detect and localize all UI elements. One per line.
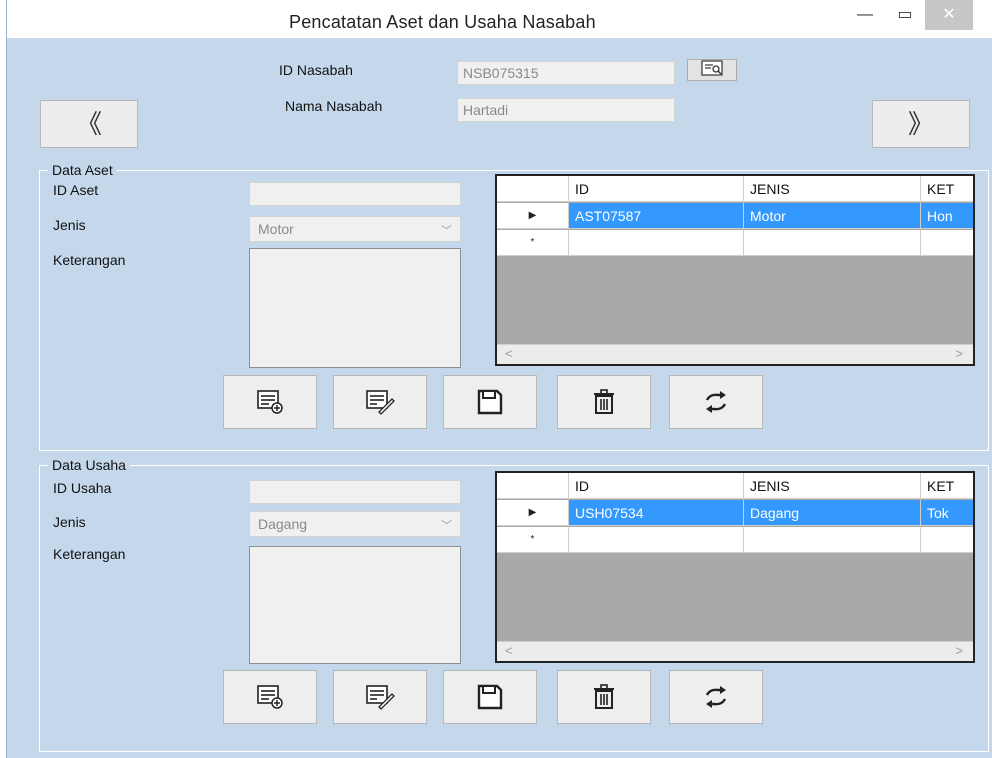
next-button[interactable]: 》 <box>872 100 970 148</box>
edit-usaha-button[interactable] <box>333 670 427 724</box>
cell-id[interactable]: USH07534 <box>569 500 744 526</box>
jenis-usaha-select[interactable]: Dagang ﹀ <box>249 511 461 537</box>
table-row[interactable]: ▶ USH07534 Dagang Tok <box>497 500 973 526</box>
lookup-icon <box>701 60 723 76</box>
jenis-usaha-label: Jenis <box>53 514 86 530</box>
data-aset-legend: Data Aset <box>48 162 117 178</box>
cell-id[interactable]: AST07587 <box>569 203 744 229</box>
row-header-corner <box>497 473 569 499</box>
jenis-aset-label: Jenis <box>53 217 86 233</box>
column-header-ket[interactable]: KET <box>921 473 973 499</box>
horizontal-scrollbar[interactable]: < > <box>497 641 973 661</box>
edit-record-icon <box>366 685 395 710</box>
client-area: ID Nasabah NSB075315 Nama Nasabah Hartad… <box>7 38 992 758</box>
cell-jenis[interactable]: Dagang <box>744 500 921 526</box>
chevron-down-icon: ﹀ <box>441 520 452 532</box>
refresh-usaha-button[interactable] <box>669 670 763 724</box>
horizontal-scrollbar[interactable]: < > <box>497 344 973 364</box>
save-aset-button[interactable] <box>443 375 537 429</box>
add-record-icon <box>257 390 283 414</box>
scroll-right-icon[interactable]: > <box>955 643 963 658</box>
usaha-data-grid[interactable]: ID JENIS KET ▶ USH07534 Dagang Tok * < > <box>495 471 975 663</box>
cell-ket[interactable]: Tok <box>921 500 973 526</box>
new-row[interactable]: * <box>497 527 973 553</box>
new-cell-id[interactable] <box>569 527 744 553</box>
row-pointer-icon: ▶ <box>497 500 569 526</box>
table-row[interactable]: ▶ AST07587 Motor Hon <box>497 203 973 229</box>
new-row-icon: * <box>497 527 569 553</box>
chevron-down-icon: ﹀ <box>441 225 452 237</box>
scroll-right-icon[interactable]: > <box>955 346 963 361</box>
jenis-aset-value: Motor <box>258 221 294 237</box>
main-window: Pencatatan Aset dan Usaha Nasabah — ▭ ✕ … <box>6 0 992 758</box>
edit-aset-button[interactable] <box>333 375 427 429</box>
id-aset-field[interactable] <box>249 182 461 206</box>
refresh-aset-button[interactable] <box>669 375 763 429</box>
id-usaha-field[interactable] <box>249 480 461 504</box>
delete-icon <box>594 389 614 414</box>
previous-button[interactable]: 《 <box>40 100 138 148</box>
data-usaha-legend: Data Usaha <box>48 457 130 473</box>
delete-icon <box>594 684 614 709</box>
column-header-jenis[interactable]: JENIS <box>744 473 921 499</box>
close-button[interactable]: ✕ <box>925 0 973 30</box>
new-cell-id[interactable] <box>569 230 744 256</box>
save-icon <box>477 684 503 710</box>
new-row-icon: * <box>497 230 569 256</box>
title-bar: Pencatatan Aset dan Usaha Nasabah — ▭ ✕ <box>7 0 992 38</box>
new-cell-ket[interactable] <box>921 527 973 553</box>
add-aset-button[interactable] <box>223 375 317 429</box>
lookup-nasabah-button[interactable] <box>687 59 737 81</box>
column-header-jenis[interactable]: JENIS <box>744 176 921 202</box>
nama-nasabah-label: Nama Nasabah <box>285 98 383 114</box>
id-nasabah-label: ID Nasabah <box>279 62 353 78</box>
id-nasabah-field[interactable]: NSB075315 <box>457 61 675 85</box>
window-title: Pencatatan Aset dan Usaha Nasabah <box>289 12 596 32</box>
row-header-corner <box>497 176 569 202</box>
refresh-icon <box>705 391 727 413</box>
add-record-icon <box>257 685 283 709</box>
scroll-left-icon[interactable]: < <box>505 643 513 658</box>
aset-data-grid[interactable]: ID JENIS KET ▶ AST07587 Motor Hon * < > <box>495 174 975 366</box>
new-cell-ket[interactable] <box>921 230 973 256</box>
cell-jenis[interactable]: Motor <box>744 203 921 229</box>
column-header-id[interactable]: ID <box>569 176 744 202</box>
column-header-id[interactable]: ID <box>569 473 744 499</box>
refresh-icon <box>705 686 727 708</box>
edit-record-icon <box>366 390 395 415</box>
keterangan-usaha-label: Keterangan <box>53 546 126 562</box>
keterangan-aset-textarea[interactable] <box>249 248 461 368</box>
minimize-button[interactable]: — <box>845 0 885 30</box>
delete-aset-button[interactable] <box>557 375 651 429</box>
new-cell-jenis[interactable] <box>744 527 921 553</box>
grid-header-row: ID JENIS KET <box>497 473 973 499</box>
id-usaha-label: ID Usaha <box>53 480 112 496</box>
jenis-aset-select[interactable]: Motor ﹀ <box>249 216 461 242</box>
delete-usaha-button[interactable] <box>557 670 651 724</box>
row-pointer-icon: ▶ <box>497 203 569 229</box>
new-cell-jenis[interactable] <box>744 230 921 256</box>
new-row[interactable]: * <box>497 230 973 256</box>
add-usaha-button[interactable] <box>223 670 317 724</box>
scroll-left-icon[interactable]: < <box>505 346 513 361</box>
save-usaha-button[interactable] <box>443 670 537 724</box>
jenis-usaha-value: Dagang <box>258 516 308 532</box>
nama-nasabah-field[interactable]: Hartadi <box>457 98 675 122</box>
maximize-button[interactable]: ▭ <box>885 0 925 30</box>
column-header-ket[interactable]: KET <box>921 176 973 202</box>
id-aset-label: ID Aset <box>53 182 99 198</box>
save-icon <box>477 389 503 415</box>
keterangan-aset-label: Keterangan <box>53 252 126 268</box>
cell-ket[interactable]: Hon <box>921 203 973 229</box>
keterangan-usaha-textarea[interactable] <box>249 546 461 664</box>
grid-header-row: ID JENIS KET <box>497 176 973 202</box>
